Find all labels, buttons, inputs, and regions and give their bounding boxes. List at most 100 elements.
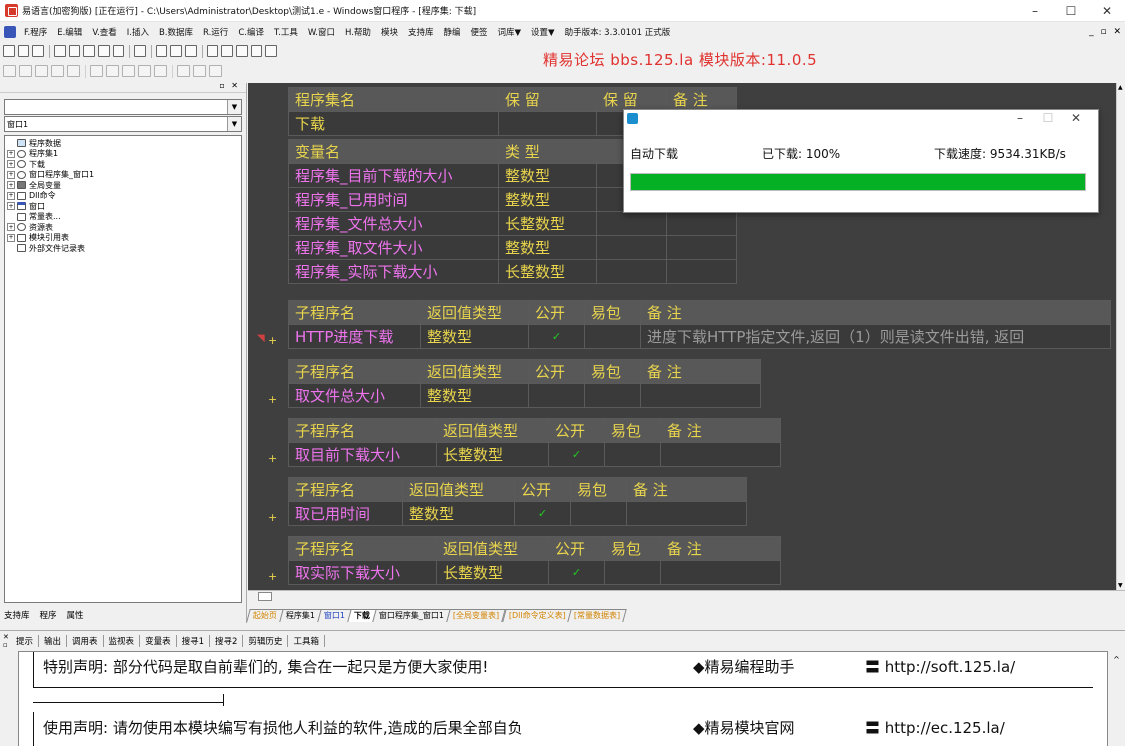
sub-return-type[interactable]: 长整数型 [436, 560, 549, 585]
tree-item[interactable]: + 下载 [7, 159, 241, 170]
menu-settings[interactable]: 设置▼ [526, 26, 560, 38]
tab-clip-history[interactable]: 剪辑历史 [248, 635, 289, 647]
layout2-icon[interactable] [170, 45, 183, 57]
menu-help[interactable]: H.帮助 [340, 26, 376, 38]
check-icon[interactable]: ✓ [528, 324, 585, 349]
variable-name[interactable]: 程序集_已用时间 [288, 187, 499, 212]
expand-icon[interactable]: + [7, 170, 15, 179]
variable-type[interactable]: 整数型 [498, 187, 597, 212]
variable-name[interactable]: 程序集_实际下载大小 [288, 259, 499, 284]
expand-icon[interactable]: + [7, 233, 15, 242]
tab-window-assembly[interactable]: 窗口程序集_窗口1 [372, 609, 452, 622]
tab-start-page[interactable]: 起始页 [246, 609, 284, 622]
tree-item[interactable]: + Dll命令 [7, 191, 241, 202]
tab-search2[interactable]: 搜寻2 [215, 635, 244, 647]
chevron-down-icon[interactable]: ▼ [227, 100, 241, 114]
tree-item[interactable]: + 全局变量 [7, 180, 241, 191]
tab-program[interactable]: 程序 [40, 609, 57, 621]
sub-note[interactable]: 进度下载HTTP指定文件,返回（1）则是读文件出错, 返回 [640, 324, 1111, 349]
sub-name[interactable]: 取已用时间 [288, 501, 403, 526]
variable-cell[interactable] [666, 259, 737, 284]
center-v-icon[interactable] [193, 65, 206, 77]
tab-output[interactable]: 输出 [44, 635, 68, 647]
layout3-icon[interactable] [185, 45, 197, 57]
panel-controls[interactable]: ▫ ✕ [219, 81, 240, 90]
minimize-button[interactable]: – [1017, 0, 1053, 22]
assembly-name[interactable]: 下载 [288, 111, 499, 136]
tab-assembly1[interactable]: 程序集1 [279, 609, 322, 622]
mdi-document-icon[interactable] [4, 26, 16, 38]
assistant-url[interactable]: 〓 http://soft.125.la/ [865, 656, 1015, 677]
sub-note[interactable] [640, 383, 761, 408]
align-right-icon[interactable] [35, 65, 48, 77]
align-middle-icon[interactable] [67, 65, 80, 77]
expand-icon[interactable]: + [7, 223, 15, 232]
sub-name[interactable]: HTTP进度下载 [288, 324, 421, 349]
menu-insert[interactable]: I.插入 [122, 26, 154, 38]
save-icon[interactable] [32, 45, 45, 57]
variable-cell[interactable] [666, 235, 737, 260]
sub-name[interactable]: 取目前下载大小 [288, 442, 437, 467]
sub-return-type[interactable]: 整数型 [420, 324, 529, 349]
sub-epackage[interactable] [584, 383, 641, 408]
align-top-icon[interactable] [51, 65, 64, 77]
module-site-url[interactable]: 〓 http://ec.125.la/ [865, 717, 1005, 738]
space-h-icon[interactable] [138, 65, 151, 77]
breakpoint-icon[interactable]: ◥ [257, 333, 265, 344]
sub-epackage[interactable] [604, 560, 661, 585]
tree-item[interactable]: + 模块引用表 [7, 233, 241, 244]
tree-item[interactable]: + 窗口 [7, 201, 241, 212]
cut-icon[interactable] [53, 45, 66, 57]
step-over-icon[interactable] [250, 45, 263, 57]
open-file-icon[interactable] [17, 45, 30, 57]
layout-icon[interactable] [155, 45, 168, 57]
tab-search1[interactable]: 搜寻1 [182, 635, 210, 647]
sub-epackage[interactable] [584, 324, 641, 349]
sub-public[interactable] [528, 383, 585, 408]
tab-constants[interactable]: [常量数据表] [567, 609, 628, 622]
sub-name[interactable]: 取文件总大小 [288, 383, 421, 408]
same-height-icon[interactable] [106, 65, 119, 77]
same-width-icon[interactable] [90, 65, 103, 77]
check-icon[interactable]: ✓ [514, 501, 571, 526]
redo-icon[interactable] [112, 45, 125, 57]
center-h-icon[interactable] [177, 65, 190, 77]
menu-view[interactable]: V.查看 [87, 26, 121, 38]
variable-name[interactable]: 程序集_文件总大小 [288, 211, 499, 236]
maximize-button[interactable]: ☐ [1053, 0, 1089, 22]
variable-cell[interactable] [596, 211, 667, 236]
menu-module[interactable]: 模块 [376, 26, 403, 38]
check-icon[interactable]: ✓ [548, 442, 605, 467]
run-icon[interactable] [206, 45, 219, 57]
expand-sub-icon[interactable]: + [268, 511, 277, 524]
align-left-icon[interactable] [3, 65, 16, 77]
sub-return-type[interactable]: 整数型 [420, 383, 529, 408]
scroll-thumb[interactable] [258, 592, 272, 601]
space-v-icon[interactable] [154, 65, 167, 77]
menu-run[interactable]: R.运行 [198, 26, 233, 38]
sub-epackage[interactable] [570, 501, 627, 526]
chevron-down-icon[interactable]: ▼ [227, 117, 241, 131]
undo-icon[interactable] [97, 45, 110, 57]
same-size-icon[interactable] [122, 65, 135, 77]
expand-icon[interactable]: + [7, 191, 15, 200]
tab-properties[interactable]: 属性 [67, 609, 84, 621]
paste-icon[interactable] [83, 45, 95, 57]
variable-type[interactable]: 长整数型 [498, 259, 597, 284]
expand-sub-icon[interactable]: + [268, 452, 277, 465]
tree-item[interactable]: 程序数据 [7, 138, 241, 149]
tab-variables[interactable]: 变量表 [145, 635, 177, 647]
variable-cell[interactable] [596, 259, 667, 284]
tab-toolbox[interactable]: 工具箱 [293, 635, 325, 647]
tree-item[interactable]: 外部文件记录表 [7, 243, 241, 254]
variable-type[interactable]: 整数型 [498, 163, 597, 188]
align-center-icon[interactable] [19, 65, 32, 77]
new-file-icon[interactable] [3, 45, 15, 57]
output-text-area[interactable]: 特别声明: 部分代码是取自前辈们的, 集合在一起只是方便大家使用! ◆精易编程助… [18, 651, 1108, 746]
step-icon[interactable] [235, 45, 248, 57]
tree-item[interactable]: + 窗口程序集_窗口1 [7, 170, 241, 181]
menu-tools[interactable]: T.工具 [269, 26, 303, 38]
variable-name[interactable]: 程序集_目前下载的大小 [288, 163, 499, 188]
check-icon[interactable]: ✓ [548, 560, 605, 585]
grid-icon[interactable] [209, 65, 222, 77]
